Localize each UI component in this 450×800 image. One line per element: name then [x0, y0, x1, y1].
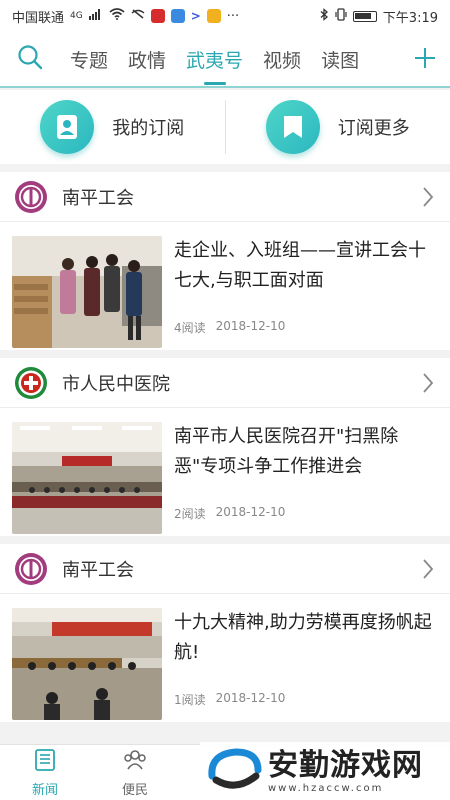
chevron-right-icon	[420, 372, 436, 394]
people-icon	[122, 748, 148, 776]
channel-header[interactable]: 南平工会	[0, 172, 450, 222]
nav-news[interactable]: 新闻	[0, 745, 90, 800]
article-item[interactable]: 十九大精神,助力劳模再度扬帆起航! 1阅读 2018-12-10	[0, 594, 450, 722]
channel-name: 南平工会	[62, 559, 134, 581]
publish-date: 2018-12-10	[215, 319, 286, 333]
network-type-label: 4G	[70, 11, 83, 21]
chevron-right-icon	[420, 186, 436, 208]
article-thumbnail	[12, 608, 162, 720]
channel-name: 南平工会	[62, 187, 134, 209]
site-watermark: 安勤游戏网 www.hzaccw.com	[200, 742, 450, 800]
tab-wuyihao[interactable]: 武夷号	[176, 31, 253, 87]
signal-icon	[88, 8, 103, 24]
tab-shipin[interactable]: 视频	[253, 31, 311, 87]
union-logo-icon	[14, 180, 48, 214]
channel-card: 南平工会	[0, 172, 450, 350]
read-count: 4阅读	[174, 321, 206, 335]
watermark-title: 安勤游戏网	[268, 747, 423, 783]
app-notification-icon	[170, 9, 185, 23]
publish-date: 2018-12-10	[215, 691, 286, 705]
channel-header[interactable]: 市人民中医院	[0, 358, 450, 408]
vibrate-icon	[335, 7, 347, 25]
watermark-logo-icon	[206, 746, 264, 796]
article-thumbnail	[12, 422, 162, 534]
read-count: 2阅读	[174, 507, 206, 521]
app-notification-icon	[206, 9, 221, 23]
article-title: 南平市人民医院召开"扫黑除恶"专项斗争工作推进会	[174, 426, 399, 477]
channel-header[interactable]: 南平工会	[0, 544, 450, 594]
my-subscriptions-label: 我的订阅	[112, 118, 185, 139]
more-notifications-icon: ···	[226, 8, 240, 24]
add-channel-button[interactable]	[400, 31, 450, 87]
more-subscriptions-label: 订阅更多	[337, 118, 410, 139]
bookmark-icon	[265, 100, 320, 154]
article-title: 十九大精神,助力劳模再度扬帆起航!	[174, 612, 432, 663]
app-notification-icon	[150, 9, 165, 23]
channel-card: 南平工会	[0, 544, 450, 722]
tab-zhuanti[interactable]: 专题	[60, 31, 118, 87]
wifi-icon	[109, 8, 125, 24]
carrier-label: 中国联通	[12, 10, 65, 26]
channel-card: 市人民中医院 南平市人民医院召开"扫黑除恶"专项斗争工作推进会 2阅读 2018…	[0, 358, 450, 536]
tab-list: 专题 政情 武夷号 视频 读图	[60, 31, 400, 87]
news-icon	[33, 748, 57, 776]
no-data-icon	[131, 8, 145, 24]
nav-label: 新闻	[31, 782, 58, 798]
bluetooth-icon	[320, 7, 329, 25]
article-item[interactable]: 南平市人民医院召开"扫黑除恶"专项斗争工作推进会 2阅读 2018-12-10	[0, 408, 450, 536]
battery-icon	[352, 10, 377, 22]
channel-name: 市人民中医院	[62, 373, 170, 395]
status-bar: 中国联通 4G > ··· 下午3:19	[0, 0, 450, 32]
search-button[interactable]	[0, 31, 60, 87]
plus-icon	[414, 42, 436, 77]
search-icon	[17, 44, 43, 74]
tab-dutu[interactable]: 读图	[311, 31, 369, 87]
tab-zhengqing[interactable]: 政情	[118, 31, 176, 87]
watermark-url: www.hzaccw.com	[268, 782, 384, 794]
my-subscriptions-button[interactable]: 我的订阅	[0, 90, 225, 164]
nav-services[interactable]: 便民	[90, 745, 180, 800]
more-subscriptions-button[interactable]: 订阅更多	[226, 90, 450, 164]
chevron-right-icon	[420, 558, 436, 580]
clock-label: 下午3:19	[382, 10, 438, 26]
user-icon	[40, 100, 95, 154]
publish-date: 2018-12-10	[215, 505, 286, 519]
read-count: 1阅读	[174, 693, 206, 707]
subscription-row: 我的订阅 订阅更多	[0, 90, 450, 164]
channel-feed: 南平工会 走企业、入班组——宣讲工会十七大,与职工面对面 4阅读 2018-12…	[0, 172, 450, 730]
nav-label: 便民	[121, 782, 148, 798]
article-title: 走企业、入班组——宣讲工会十七大,与职工面对面	[174, 240, 426, 291]
article-item[interactable]: 走企业、入班组——宣讲工会十七大,与职工面对面 4阅读 2018-12-10	[0, 222, 450, 350]
top-tab-bar: 专题 政情 武夷号 视频 读图	[0, 32, 450, 88]
union-logo-icon	[14, 552, 48, 586]
hospital-logo-icon	[14, 366, 48, 400]
article-thumbnail	[12, 236, 162, 348]
arrow-notification-icon: >	[190, 9, 201, 23]
